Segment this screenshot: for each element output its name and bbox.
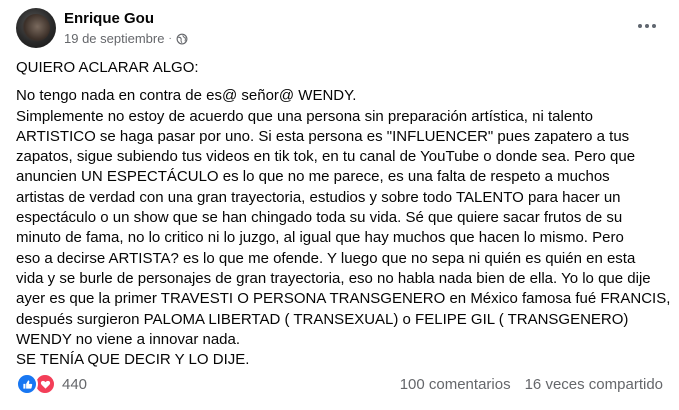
avatar[interactable]: [16, 8, 56, 48]
post-line: minuto de fama, no lo critico ni lo juzg…: [16, 229, 624, 247]
post-line: después surgieron PALOMA LIBERTAD ( TRAN…: [16, 310, 629, 328]
post-line: anuncien UN ESPECTÁCULO es lo que no me …: [16, 168, 610, 186]
post-line: ayer es que la primer TRAVESTI O PERSONA…: [16, 290, 671, 308]
more-icon: [638, 24, 656, 28]
reaction-count[interactable]: 440: [62, 376, 87, 393]
post-line: WENDY no viene a innovar nada.: [16, 330, 241, 348]
post-text: QUIERO ACLARAR ALGO: No tengo nada en co…: [16, 58, 671, 370]
post-heading: QUIERO ACLARAR ALGO:: [16, 59, 199, 76]
post-line: vida y se burle de personajes de gran tr…: [16, 269, 651, 287]
like-icon: [16, 373, 38, 395]
meta-separator: ·: [168, 33, 172, 44]
post-meta: 19 de septiembre ·: [64, 31, 188, 46]
shares-count[interactable]: 16 veces compartido: [525, 376, 663, 393]
post-line: No tengo nada en contra de es@ señor@ WE…: [16, 87, 357, 105]
reactions-summary[interactable]: 440: [16, 373, 87, 395]
post-line: Simplemente no estoy de acuerdo que una …: [16, 107, 594, 125]
post-line: artistas de verdad con una gran trayecto…: [16, 188, 621, 206]
post-date[interactable]: 19 de septiembre: [64, 31, 164, 46]
post-line: ARTISTICO se haga pasar por uno. Si esta…: [16, 127, 630, 145]
post-line: eso a decirse ARTISTA? es lo que me ofen…: [16, 249, 636, 267]
comments-count[interactable]: 100 comentarios: [400, 376, 511, 393]
post-header: Enrique Gou 19 de septiembre ·: [16, 8, 663, 52]
post-line: espectáculo o un show que se han chingad…: [16, 209, 623, 227]
facebook-post: Enrique Gou 19 de septiembre · QUIERO AC…: [0, 0, 679, 410]
engagement-stats: 100 comentarios 16 veces compartido: [400, 376, 663, 393]
post-footer: 440 100 comentarios 16 veces compartido: [16, 372, 663, 396]
globe-icon[interactable]: [176, 33, 188, 45]
post-line: zapatos, sigue subiendo tus videos en ti…: [16, 148, 636, 166]
more-options-button[interactable]: [631, 14, 663, 38]
author-name[interactable]: Enrique Gou: [64, 10, 154, 27]
post-line: SE TENÍA QUE DECIR Y LO DIJE.: [16, 351, 250, 369]
